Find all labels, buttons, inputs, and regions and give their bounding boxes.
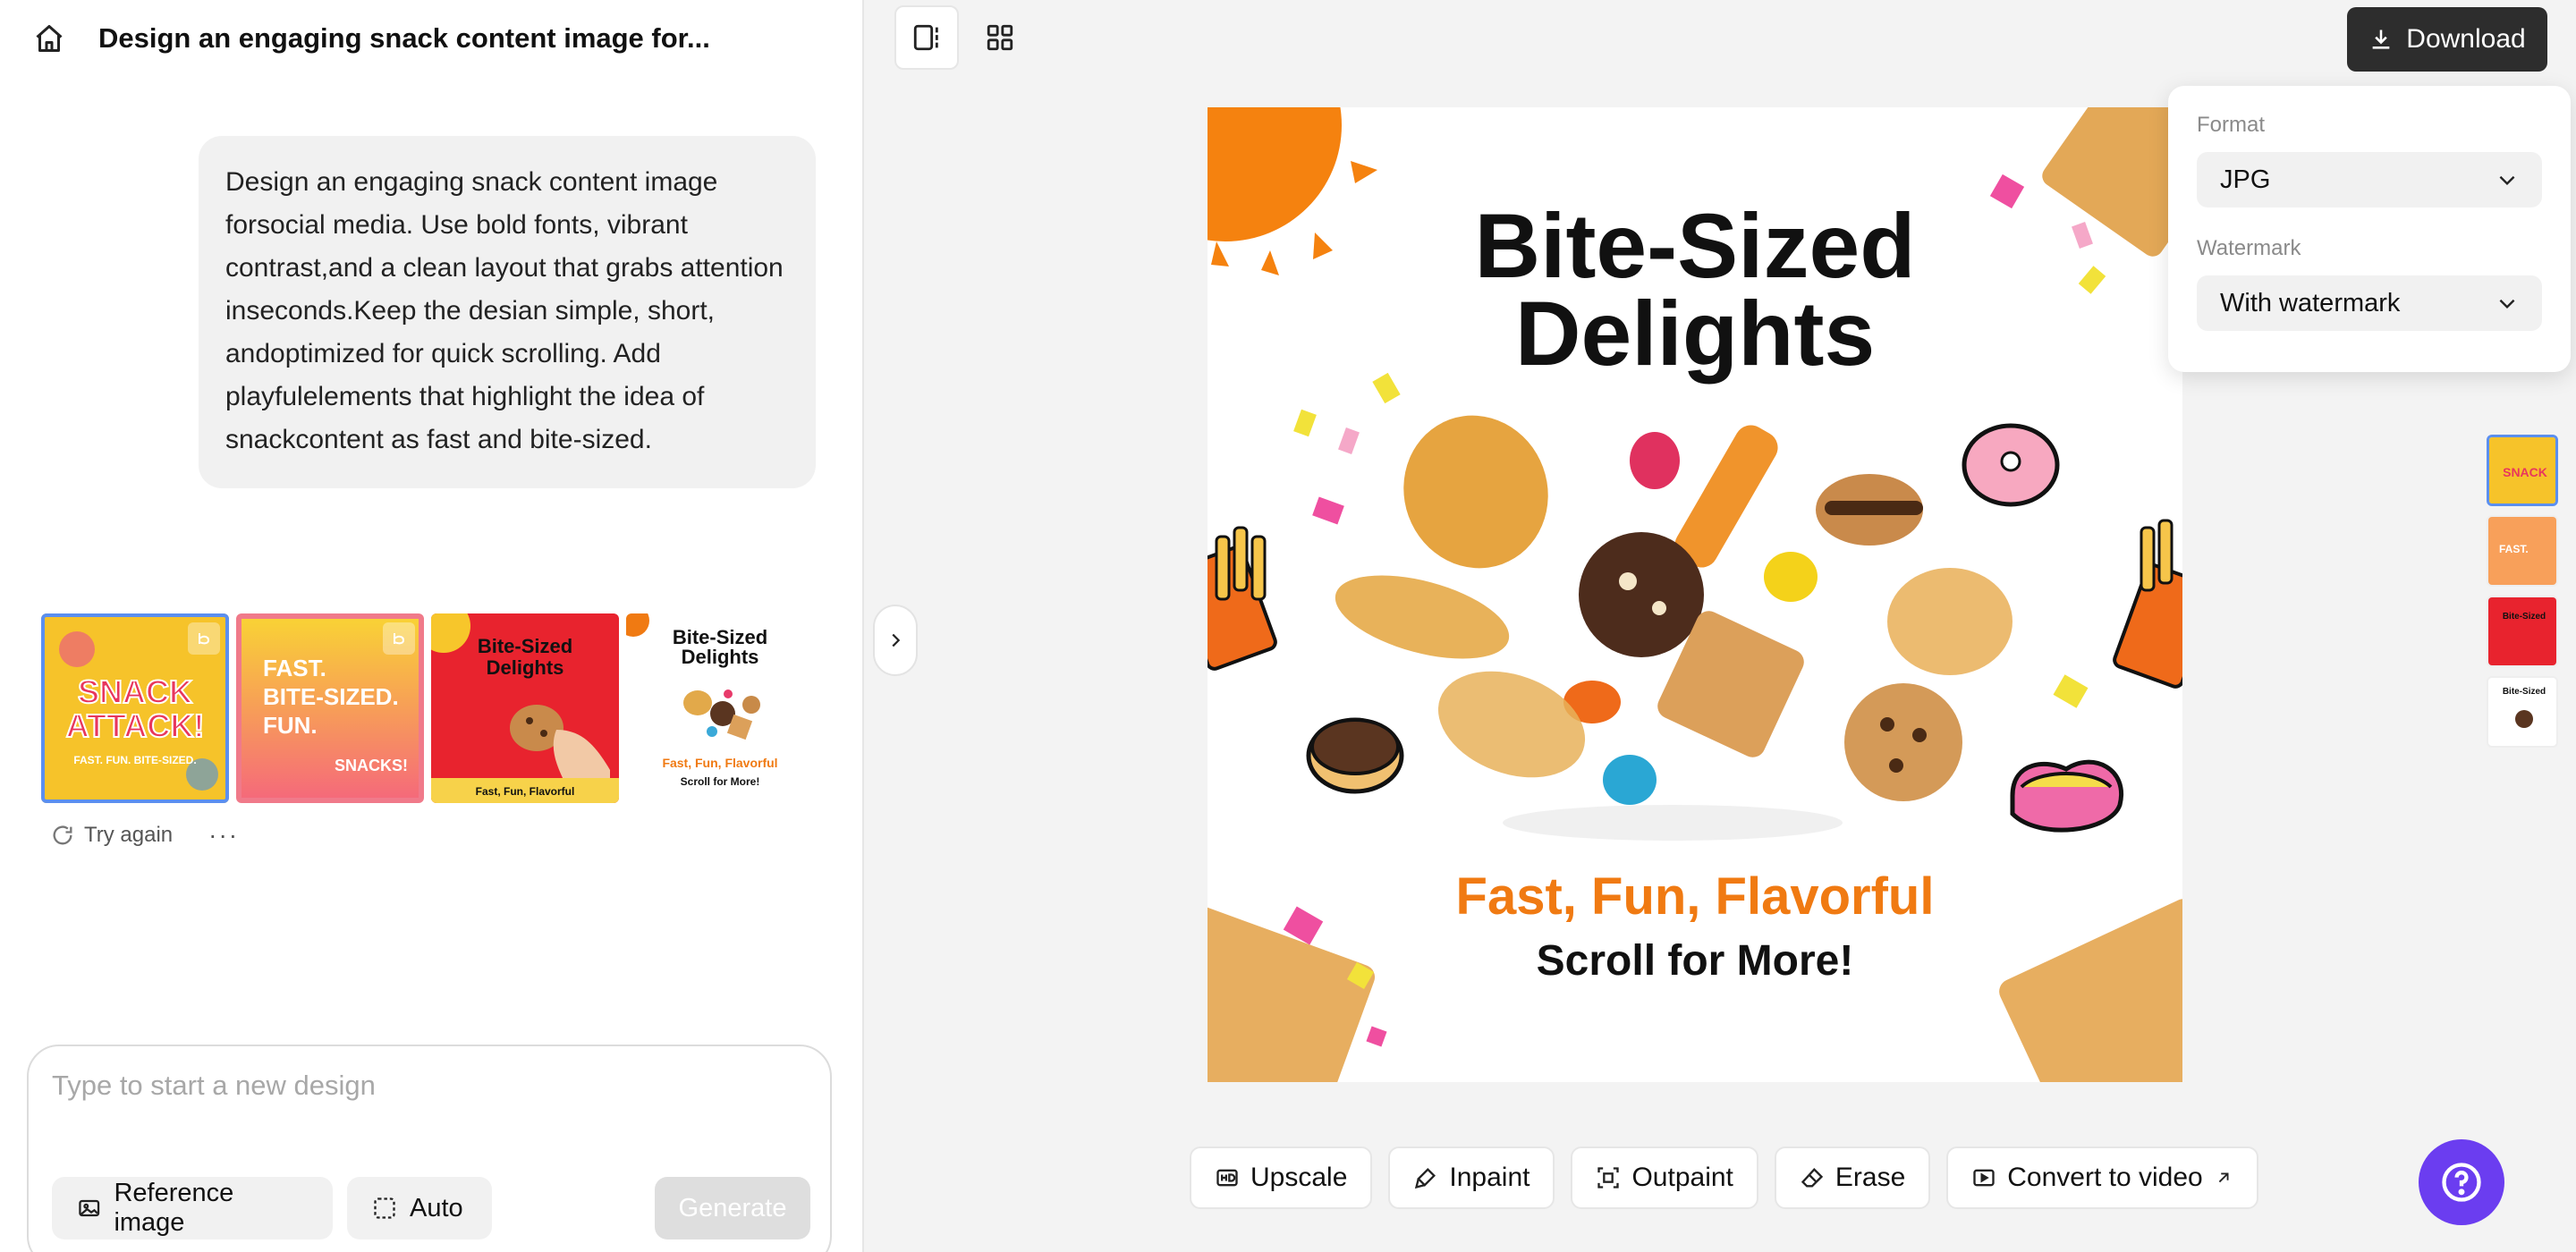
expand-icon <box>1597 1167 1620 1189</box>
canvas-title-line1: Bite-Sized <box>1474 195 1915 297</box>
variant-thumbnail-4[interactable]: Bite-Sized <box>2487 676 2558 748</box>
auto-label: Auto <box>410 1193 463 1222</box>
convert-to-video-button[interactable]: Convert to video <box>1946 1146 2258 1209</box>
sun-graphic <box>1208 107 1342 241</box>
svg-text:Delights: Delights <box>682 646 759 668</box>
svg-text:FAST.: FAST. <box>263 655 326 681</box>
variant-thumbnail-2[interactable]: FAST. <box>2487 515 2558 587</box>
canvas-tagline: Fast, Fun, Flavorful <box>1456 867 1935 926</box>
download-button[interactable]: Download <box>2347 7 2547 72</box>
chevron-down-icon <box>2499 299 2515 309</box>
chevron-down-icon <box>2499 175 2515 186</box>
help-button[interactable] <box>2419 1139 2504 1225</box>
erase-label: Erase <box>1835 1163 1906 1192</box>
svg-text:SNACK: SNACK <box>2503 465 2547 479</box>
result-thumbnail-1[interactable]: SNACK ATTACK! FAST. FUN. BITE-SIZED. <box>41 613 229 803</box>
external-arrow-icon <box>2218 1172 2229 1183</box>
variant-thumbnail-3[interactable]: Bite-Sized <box>2487 596 2558 667</box>
collapse-panel-button[interactable] <box>873 605 918 676</box>
svg-text:Bite-Sized: Bite-Sized <box>2503 687 2546 697</box>
chat-panel: Design an engaging snack content image f… <box>0 0 864 1252</box>
variant-thumbnail-1[interactable]: SNACK <box>2487 435 2558 506</box>
result-thumbnail-3[interactable]: Bite-Sized Delights Fast, Fun, Flavorful <box>431 613 619 803</box>
video-icon <box>1973 1169 1995 1187</box>
reference-image-button[interactable]: Reference image <box>52 1177 333 1239</box>
thumb-1-sub: FAST. FUN. BITE-SIZED. <box>73 754 196 766</box>
reference-image-label: Reference image <box>114 1179 234 1237</box>
svg-text:Bite-Sized: Bite-Sized <box>2503 612 2546 622</box>
download-options-dropdown: Format JPG Watermark With watermark <box>2168 86 2571 372</box>
thumb-3-sub: Fast, Fun, Flavorful <box>476 785 575 798</box>
outpaint-button[interactable]: Outpaint <box>1571 1146 1758 1209</box>
result-thumbnail-4[interactable]: Bite-Sized Delights Fast, Fun, Flavorful… <box>626 613 814 803</box>
view-toggle <box>894 5 1032 70</box>
thumb-2-sub: SNACKS! <box>335 757 408 774</box>
erase-button[interactable]: Erase <box>1774 1146 1931 1209</box>
svg-text:FUN.: FUN. <box>263 712 318 739</box>
grid-view-button[interactable] <box>968 5 1032 70</box>
result-thumbnail-2[interactable]: FAST. BITE-SIZED. FUN. SNACKS! <box>236 613 424 803</box>
svg-text:ATTACK!: ATTACK! <box>66 707 205 744</box>
home-icon[interactable] <box>27 16 72 61</box>
convert-to-video-label: Convert to video <box>2007 1163 2203 1192</box>
result-actions: Try again ··· <box>50 821 239 850</box>
watermark-value: With watermark <box>2220 288 2401 317</box>
svg-text:FAST.: FAST. <box>2499 543 2529 555</box>
generate-button[interactable]: Generate <box>655 1177 810 1239</box>
thumb-1-title: SNACK <box>78 673 192 710</box>
grid-view-icon <box>987 24 1013 51</box>
download-icon <box>2372 30 2390 49</box>
format-select[interactable]: JPG <box>2197 152 2542 207</box>
edit-toolbar: Upscale Inpaint Outpaint Erase Convert t… <box>1190 1146 2258 1209</box>
watermark-label: Watermark <box>2197 236 2301 260</box>
inpaint-label: Inpaint <box>1449 1163 1530 1192</box>
auto-frame-icon <box>374 1197 395 1219</box>
chat-header: Design an engaging snack content image f… <box>27 16 710 61</box>
prompt-bubble: Design an engaging snack content image f… <box>199 136 816 488</box>
try-again-button[interactable]: Try again <box>50 823 173 848</box>
canvas-cta: Scroll for More! <box>1537 937 1854 985</box>
single-view-icon <box>913 24 938 51</box>
svg-text:Delights: Delights <box>487 656 564 679</box>
svg-text:Bite-Sized: Bite-Sized <box>478 635 572 657</box>
prompt-input[interactable] <box>52 1070 803 1102</box>
brush-icon <box>1415 1168 1436 1189</box>
fries-left-graphic <box>1208 526 1277 671</box>
chevron-right-icon <box>892 633 901 647</box>
help-icon <box>2442 1163 2481 1202</box>
fries-right-graphic <box>2113 519 2182 689</box>
svg-text:BITE-SIZED.: BITE-SIZED. <box>263 683 399 710</box>
snacks-illustration <box>1306 415 2123 841</box>
format-value: JPG <box>2220 165 2271 194</box>
watermark-icon <box>188 622 220 655</box>
page-title: Design an engaging snack content image f… <box>98 22 710 54</box>
try-again-label: Try again <box>84 823 174 847</box>
single-view-button[interactable] <box>894 5 959 70</box>
upscale-button[interactable]: Upscale <box>1190 1146 1373 1209</box>
eraser-icon <box>1801 1167 1824 1188</box>
watermark-select[interactable]: With watermark <box>2197 275 2542 331</box>
format-label: Format <box>2197 113 2266 137</box>
download-label: Download <box>2406 24 2526 54</box>
design-canvas[interactable]: Bite-Sized Delights Fast, Fun, Flavorful… <box>1208 107 2182 1082</box>
result-thumbnails: SNACK ATTACK! FAST. FUN. BITE-SIZED. FAS… <box>41 613 814 803</box>
watermark-icon <box>383 622 415 655</box>
canvas-title-line2: Delights <box>1515 283 1875 385</box>
thumb-4-sub: Fast, Fun, Flavorful <box>662 756 777 770</box>
outpaint-label: Outpaint <box>1631 1163 1733 1192</box>
inpaint-button[interactable]: Inpaint <box>1388 1146 1555 1209</box>
auto-button[interactable]: Auto <box>347 1177 492 1239</box>
composer: Reference image Auto Generate <box>27 1045 832 1252</box>
refresh-icon <box>53 825 72 845</box>
variant-thumbnails: SNACK FAST. Bite-Sized Bite-Sized <box>2487 435 2558 748</box>
hd-icon <box>1216 1169 1238 1187</box>
thumb-4-sub2: Scroll for More! <box>681 775 760 788</box>
upscale-label: Upscale <box>1250 1163 1348 1192</box>
more-options-button[interactable]: ··· <box>208 821 239 850</box>
image-icon <box>79 1199 100 1217</box>
